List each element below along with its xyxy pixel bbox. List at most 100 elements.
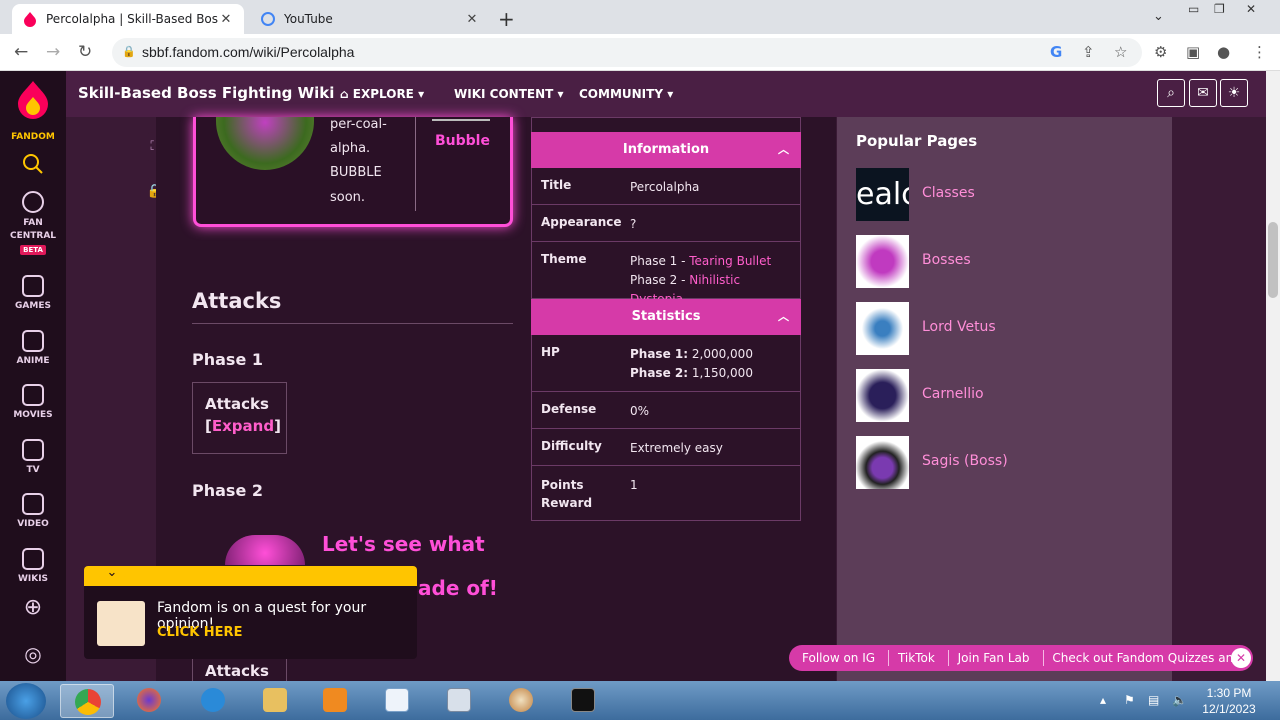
row-value: ? bbox=[630, 217, 637, 231]
wiki-title[interactable]: Skill-Based Boss Fighting Wiki bbox=[78, 84, 334, 102]
theme-toggle-icon[interactable]: ☀ bbox=[1220, 79, 1248, 107]
share-icon[interactable]: ⇪ bbox=[1082, 43, 1095, 61]
popular-page-link[interactable]: Bosses bbox=[922, 252, 971, 268]
lock-icon[interactable]: 🔒 bbox=[122, 38, 136, 67]
attacks-collapsible: Attacks [Expand] bbox=[192, 382, 287, 454]
google-lens-icon[interactable]: G bbox=[1050, 43, 1062, 61]
taskbar-explorer[interactable] bbox=[248, 684, 302, 718]
address-toolbar: ← → ↻ 🔒 sbbf.fandom.com/wiki/Percolalpha… bbox=[0, 34, 1280, 71]
quizzes-link[interactable]: Check out Fandom Quizzes and cha bbox=[1052, 651, 1240, 665]
restore-icon[interactable]: ❐ bbox=[1214, 2, 1225, 16]
fandom-brand-label: FANDOM bbox=[11, 132, 55, 142]
scrollbar-thumb[interactable] bbox=[1268, 222, 1278, 298]
rail-games[interactable]: GAMES bbox=[0, 275, 66, 311]
rail-movies[interactable]: MOVIES bbox=[0, 384, 66, 420]
popular-page-item[interactable]: Carnellio bbox=[856, 369, 1156, 422]
popular-page-link[interactable]: Carnellio bbox=[922, 386, 984, 402]
fandom-logo-icon[interactable] bbox=[16, 79, 50, 123]
tab-youtube[interactable]: YouTube ✕ bbox=[250, 4, 490, 34]
quest-popup[interactable]: ⌄ Fandom is on a quest for your opinion!… bbox=[84, 566, 417, 659]
collapse-caret-icon[interactable]: ︿ bbox=[778, 299, 789, 335]
infobox-section-statistics[interactable]: Statistics ︿ bbox=[531, 299, 801, 335]
popular-page-link[interactable]: Classes bbox=[922, 185, 975, 201]
popular-pages-title: Popular Pages bbox=[856, 132, 978, 150]
popular-page-link[interactable]: Sagis (Boss) bbox=[922, 453, 1008, 469]
nav-explore[interactable]: ⌂ EXPLORE ▾ bbox=[340, 87, 424, 101]
page-scrollbar[interactable] bbox=[1266, 71, 1280, 681]
system-clock[interactable]: 1:30 PM 12/1/2023 bbox=[1200, 685, 1258, 717]
collapse-caret-icon[interactable]: ︿ bbox=[778, 132, 789, 168]
popular-page-item[interactable]: Lord Vetus bbox=[856, 302, 1156, 355]
attacks-label: Attacks bbox=[205, 662, 269, 680]
rail-fan-central[interactable]: FAN CENTRAL BETA bbox=[0, 191, 66, 255]
tab-search-icon[interactable]: ⌄ bbox=[1153, 9, 1164, 24]
search-icon[interactable] bbox=[0, 153, 66, 178]
action-center-icon[interactable]: ⚑ bbox=[1124, 693, 1135, 707]
follow-ig-link[interactable]: Follow on IG bbox=[802, 651, 875, 665]
url-bar[interactable]: 🔒 sbbf.fandom.com/wiki/Percolalpha bbox=[112, 38, 1142, 67]
row-label: Points Reward bbox=[541, 476, 621, 512]
browser-tab-bar: Percolalpha | Skill-Based Boss Fig ✕ You… bbox=[0, 0, 1280, 34]
taskbar-calculator[interactable] bbox=[432, 684, 486, 718]
rail-tv[interactable]: TV bbox=[0, 439, 66, 475]
separator bbox=[888, 650, 889, 666]
anime-icon bbox=[22, 330, 44, 352]
beta-badge: BETA bbox=[20, 245, 46, 255]
theme-link[interactable]: Tearing Bullet bbox=[689, 254, 771, 268]
forward-icon[interactable]: → bbox=[46, 42, 60, 62]
rail-anime[interactable]: ANIME bbox=[0, 330, 66, 366]
new-tab-icon[interactable]: + bbox=[498, 7, 515, 31]
tab-title: Percolalpha | Skill-Based Boss Fig bbox=[46, 12, 218, 26]
taskbar-wordpad[interactable] bbox=[370, 684, 424, 718]
taskbar-paint[interactable] bbox=[494, 684, 548, 718]
show-hidden-icons-icon[interactable]: ▴ bbox=[1100, 693, 1106, 707]
taskbar-cmd[interactable] bbox=[556, 684, 610, 718]
user-account-icon[interactable]: ◎ bbox=[0, 642, 66, 666]
row-value: Percolalpha bbox=[630, 180, 700, 194]
volume-icon[interactable]: 🔈 bbox=[1172, 693, 1187, 707]
create-plus-icon[interactable]: ⊕ bbox=[0, 595, 66, 620]
start-button-icon[interactable] bbox=[6, 683, 46, 719]
fan-lab-link[interactable]: Join Fan Lab bbox=[958, 651, 1030, 665]
nav-community[interactable]: COMMUNITY ▾ bbox=[579, 87, 673, 101]
popular-page-item[interactable]: Bosses bbox=[856, 235, 1156, 288]
back-icon[interactable]: ← bbox=[14, 42, 28, 62]
taskbar-chrome[interactable] bbox=[60, 684, 114, 718]
theme-phase-label: Phase 2 - bbox=[630, 273, 690, 287]
popular-page-link[interactable]: Lord Vetus bbox=[922, 319, 996, 335]
taskbar-ie[interactable] bbox=[186, 684, 240, 718]
tiktok-link[interactable]: TikTok bbox=[898, 651, 935, 665]
rail-label: GAMES bbox=[15, 301, 51, 311]
close-icon[interactable]: ✕ bbox=[1231, 648, 1251, 668]
expand-link[interactable]: Expand bbox=[212, 417, 274, 435]
reload-icon[interactable]: ↻ bbox=[78, 42, 92, 62]
expand-toggle[interactable]: [Expand] bbox=[205, 417, 281, 435]
side-panel-icon[interactable]: ▣ bbox=[1186, 43, 1200, 61]
quest-click-here-link[interactable]: CLICK HERE bbox=[157, 625, 242, 640]
attacks-label: Attacks bbox=[205, 395, 269, 413]
bookmark-star-icon[interactable]: ☆ bbox=[1114, 43, 1127, 61]
popular-page-item[interactable]: ealc Classes bbox=[856, 168, 1156, 221]
extensions-icon[interactable]: ⚙ bbox=[1154, 43, 1167, 61]
discussions-icon[interactable]: ✉ bbox=[1189, 79, 1217, 107]
minimize-icon[interactable]: ▭ bbox=[1188, 2, 1199, 16]
infobox-section-information[interactable]: Information ︿ bbox=[531, 132, 801, 168]
tab-percolalpha[interactable]: Percolalpha | Skill-Based Boss Fig ✕ bbox=[12, 4, 244, 34]
taskbar-media[interactable] bbox=[308, 684, 362, 718]
row-label: Theme bbox=[541, 252, 587, 266]
network-icon[interactable]: ▤ bbox=[1148, 693, 1159, 707]
menu-icon[interactable]: ⋮ bbox=[1252, 43, 1267, 61]
close-window-icon[interactable]: ✕ bbox=[1246, 2, 1256, 16]
nav-wiki-content[interactable]: WIKI CONTENT ▾ bbox=[454, 87, 564, 101]
profile-icon[interactable]: ● bbox=[1217, 43, 1230, 61]
taskbar-firefox[interactable] bbox=[122, 684, 176, 718]
rail-label: MOVIES bbox=[13, 410, 53, 420]
close-tab-icon[interactable]: ✕ bbox=[464, 12, 480, 27]
rail-wikis[interactable]: WIKIS bbox=[0, 548, 66, 584]
rail-video[interactable]: VIDEO bbox=[0, 493, 66, 529]
close-tab-icon[interactable]: ✕ bbox=[218, 12, 234, 27]
search-icon[interactable]: ⌕ bbox=[1157, 79, 1185, 107]
infobox-row: Difficulty Extremely easy bbox=[531, 429, 801, 466]
popular-page-item[interactable]: Sagis (Boss) bbox=[856, 436, 1156, 489]
infobox-row: Appearance? bbox=[531, 205, 801, 242]
